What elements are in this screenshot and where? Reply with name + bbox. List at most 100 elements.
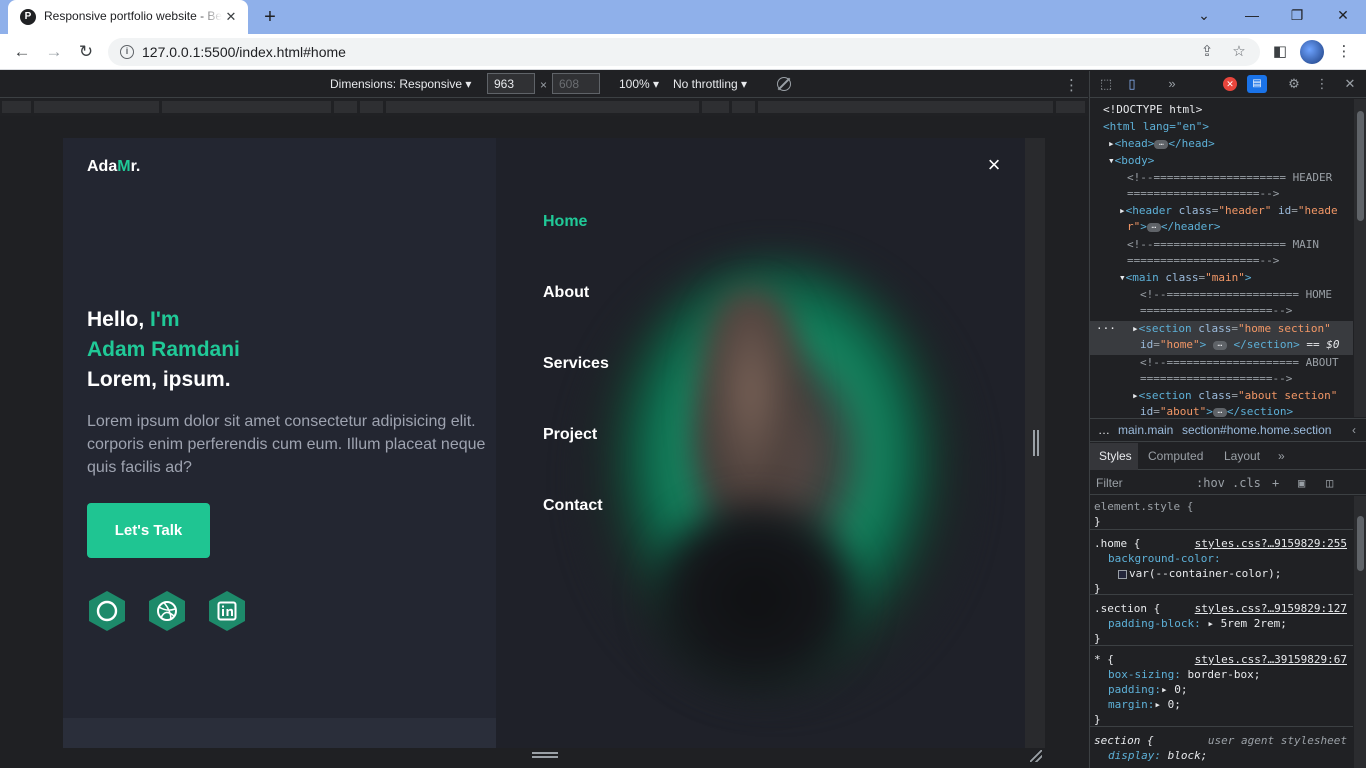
inspect-element-icon[interactable]: ⬚: [1098, 76, 1114, 92]
new-rule-icon[interactable]: +: [1272, 476, 1279, 490]
rule-section-source-link[interactable]: styles.css?…9159829:127: [1195, 601, 1347, 616]
tab-search-icon[interactable]: ⌄: [1190, 4, 1218, 26]
device-toolbar: Dimensions: Responsive ▾ 963 × 608 100% …: [0, 71, 1088, 98]
rule-user-agent-section[interactable]: section { user agent stylesheet display:…: [1090, 730, 1353, 768]
breadcrumb-more[interactable]: …: [1098, 423, 1110, 437]
hov-toggle[interactable]: :hov: [1196, 476, 1225, 490]
restore-button[interactable]: ❐: [1283, 4, 1311, 26]
dom-comment-main-end: ====================-->: [1127, 254, 1280, 267]
resize-handle-corner[interactable]: [1030, 750, 1042, 762]
profile-avatar[interactable]: [1300, 40, 1324, 64]
width-input[interactable]: 963: [487, 73, 535, 94]
more-style-tabs-icon[interactable]: »: [1278, 449, 1285, 463]
rotate-icon[interactable]: [777, 77, 791, 91]
settings-gear-icon[interactable]: ⚙: [1286, 76, 1302, 92]
bookmark-star-icon[interactable]: ☆: [1230, 43, 1248, 61]
nav-item-project[interactable]: Project: [543, 426, 597, 444]
dom-main[interactable]: ▾<main class="main">: [1119, 269, 1252, 286]
dimensions-dropdown[interactable]: Dimensions: Responsive ▾: [330, 77, 471, 91]
dom-section-home[interactable]: ▸<section class="home section": [1132, 320, 1331, 337]
resize-handle-right[interactable]: [1033, 430, 1039, 456]
dom-html[interactable]: <html lang="en">: [1103, 118, 1209, 135]
browser-tab[interactable]: P Responsive portfolio website - Be ✕: [8, 0, 248, 34]
zoom-dropdown[interactable]: 100% ▾: [619, 77, 659, 91]
nav-item-home[interactable]: Home: [543, 213, 587, 231]
breadcrumb-section[interactable]: section#home.home.section: [1182, 423, 1331, 437]
color-swatch[interactable]: [1118, 569, 1127, 579]
rule-section[interactable]: .section { styles.css?…9159829:127 paddi…: [1090, 598, 1353, 646]
breadcrumb-scroll-icon[interactable]: ‹: [1352, 423, 1356, 437]
dom-doctype[interactable]: <!DOCTYPE html>: [1103, 101, 1202, 118]
more-tabs-icon[interactable]: »: [1164, 76, 1180, 92]
page-bottom-strip: [63, 718, 496, 748]
dom-comment-main[interactable]: <!--==================== MAIN: [1127, 236, 1319, 253]
menu-close-icon[interactable]: ×: [984, 154, 1004, 176]
nav-item-contact[interactable]: Contact: [543, 497, 603, 515]
tab-layout[interactable]: Layout: [1224, 449, 1260, 463]
dom-comment-home[interactable]: <!--==================== HOME: [1140, 286, 1332, 303]
tab-title: Responsive portfolio website - Be: [44, 9, 222, 23]
rule-universal-source-link[interactable]: styles.css?…39159829:67: [1195, 652, 1347, 667]
site-logo[interactable]: AdaMr.: [87, 158, 140, 176]
dom-body[interactable]: ▾<body>: [1108, 152, 1154, 169]
styles-filter-bar: Filter :hov .cls + ▣ ◫: [1090, 471, 1366, 495]
resize-handle-bottom[interactable]: [532, 752, 558, 758]
toggle-sidebar-icon[interactable]: ◫: [1326, 476, 1333, 490]
cls-toggle[interactable]: .cls: [1232, 476, 1261, 490]
devtools-panel: ⬚ ▯ » ✕ ▤ ⚙ ⋮ ✕ <!DOCTYPE html> <html la…: [1089, 71, 1366, 768]
tab-styles[interactable]: Styles: [1099, 449, 1132, 463]
nav-item-about[interactable]: About: [543, 284, 589, 302]
dom-dots[interactable]: ···: [1096, 320, 1116, 337]
hero-tagline: Lorem, ipsum.: [87, 368, 231, 391]
side-panel-icon[interactable]: ◧: [1270, 42, 1290, 62]
rule-element-style[interactable]: element.style { }: [1090, 496, 1353, 530]
device-toggle-icon[interactable]: ▯: [1124, 76, 1140, 92]
dribbble-icon[interactable]: [147, 590, 187, 632]
dom-header[interactable]: ▸<header class="header" id="heade: [1119, 202, 1338, 219]
address-bar[interactable]: i 127.0.0.1:5500/index.html#home ⇪ ☆: [108, 38, 1260, 66]
device-more-icon[interactable]: ⋮: [1064, 76, 1079, 94]
dom-header-cont: r">… </header>: [1127, 220, 1221, 233]
styles-tabbar: Styles Computed Layout »: [1090, 443, 1366, 470]
tab-computed[interactable]: Computed: [1148, 449, 1203, 463]
elements-scrollbar[interactable]: [1354, 99, 1366, 417]
tab-close-icon[interactable]: ✕: [222, 8, 240, 26]
styles-filter-input[interactable]: Filter: [1096, 476, 1123, 490]
paint-icon[interactable]: ▣: [1298, 476, 1305, 490]
dom-comment-about[interactable]: <!--==================== ABOUT: [1140, 354, 1339, 371]
back-button[interactable]: ←: [10, 40, 34, 64]
messages-icon[interactable]: ▤: [1247, 75, 1267, 93]
new-tab-button[interactable]: +: [258, 6, 282, 30]
dom-section-about-cont: id="about">… </section>: [1140, 405, 1294, 417]
throttling-dropdown[interactable]: No throttling ▾: [673, 77, 747, 91]
linkedin-icon[interactable]: [207, 590, 247, 632]
breadcrumb-main[interactable]: main.main: [1118, 423, 1173, 437]
close-window-button[interactable]: ✕: [1329, 4, 1357, 26]
styles-scrollbar[interactable]: [1354, 496, 1366, 768]
site-info-icon[interactable]: i: [120, 45, 134, 59]
forward-button[interactable]: →: [42, 40, 66, 64]
rule-universal[interactable]: * { styles.css?…39159829:67 box-sizing: …: [1090, 649, 1353, 727]
devtools-toolbar: ⬚ ▯ » ✕ ▤ ⚙ ⋮ ✕: [1090, 71, 1366, 98]
lets-talk-button[interactable]: Let's Talk: [87, 503, 210, 558]
chrome-menu-icon[interactable]: ⋮: [1334, 42, 1354, 62]
dom-section-home-cont: id="home"> … </section> == $0: [1140, 338, 1340, 351]
minimize-button[interactable]: —: [1238, 4, 1266, 26]
dom-head[interactable]: ▸<head>… </head>: [1108, 135, 1215, 152]
hero-greeting: Hello, I'm: [87, 308, 180, 331]
dom-comment-about-end: ====================-->: [1140, 372, 1293, 385]
github-icon[interactable]: [87, 590, 127, 632]
nav-item-services[interactable]: Services: [543, 355, 609, 373]
url-text[interactable]: 127.0.0.1:5500/index.html#home: [142, 44, 346, 60]
dom-section-about[interactable]: ▸<section class="about section": [1132, 387, 1337, 404]
height-input[interactable]: 608: [552, 73, 600, 94]
dom-comment-header[interactable]: <!--==================== HEADER: [1127, 169, 1332, 186]
reload-button[interactable]: ↻: [74, 40, 98, 64]
error-count-icon[interactable]: ✕: [1223, 77, 1237, 91]
share-icon[interactable]: ⇪: [1198, 43, 1216, 61]
devtools-more-icon[interactable]: ⋮: [1314, 76, 1330, 92]
hero-description: Lorem ipsum dolor sit amet consectetur a…: [87, 413, 486, 476]
rule-home-source-link[interactable]: styles.css?…9159829:255: [1195, 536, 1347, 551]
devtools-close-icon[interactable]: ✕: [1342, 76, 1358, 92]
rule-home[interactable]: .home { styles.css?…9159829:255 backgrou…: [1090, 533, 1353, 595]
